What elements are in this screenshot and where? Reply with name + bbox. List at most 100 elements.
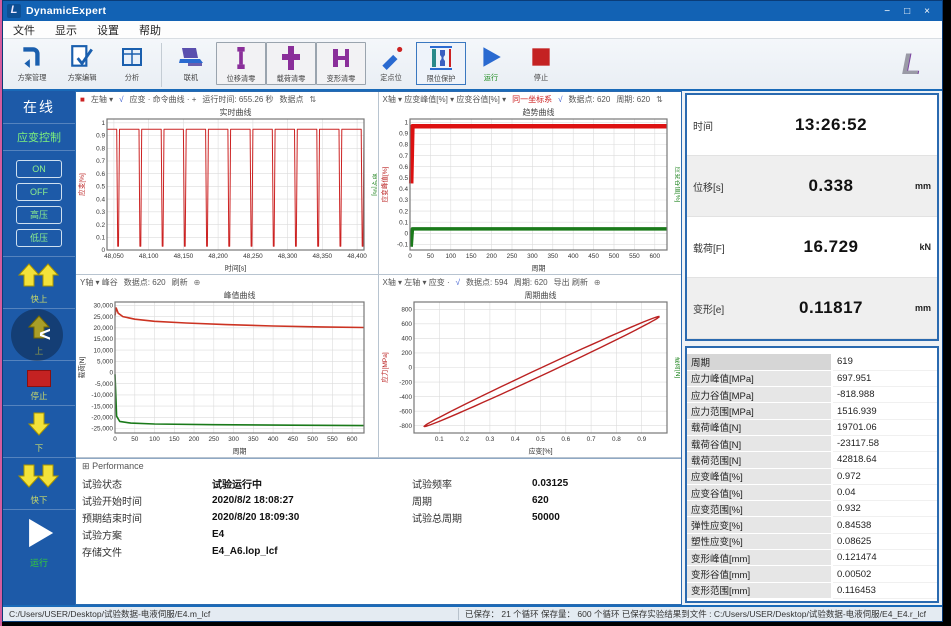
svg-text:25,000: 25,000 — [93, 314, 113, 321]
svg-text:48,150: 48,150 — [174, 253, 194, 260]
svg-text:450: 450 — [588, 253, 599, 260]
zero-deform-icon — [317, 43, 365, 73]
svg-text:应变谷值[%]: 应变谷值[%] — [674, 167, 680, 203]
high-pressure-button[interactable]: 高压 — [16, 206, 62, 224]
table-row: 应力峰值[MPa]697.951 — [687, 370, 937, 386]
menu-bar: 文件 显示 设置 帮助 — [3, 21, 942, 39]
svg-text:50: 50 — [131, 436, 139, 443]
live-value-row: 载荷[F]16.729kN — [687, 217, 937, 278]
toolbar-zero-displacement-button[interactable]: 位移清零 — [216, 42, 266, 85]
svg-text:1: 1 — [404, 120, 408, 127]
close-button[interactable]: × — [924, 6, 930, 17]
strain-control-label: 应变控制 — [3, 124, 75, 151]
svg-text:载荷[N]: 载荷[N] — [674, 357, 680, 379]
app-title: DynamicExpert — [26, 5, 106, 17]
down-button[interactable]: 下 — [3, 406, 75, 458]
low-pressure-button[interactable]: 低压 — [16, 229, 62, 247]
svg-text:峰值曲线: 峰值曲线 — [224, 290, 256, 300]
cycle-chart-panel: X轴 ▾ 左轴 ▾ 应变 ·√数据点: 594周期: 620导出 刷新⊕ 0.1… — [379, 275, 682, 458]
svg-text:400: 400 — [401, 336, 412, 343]
svg-text:200: 200 — [486, 253, 497, 260]
maximize-button[interactable]: □ — [904, 6, 910, 17]
toolbar-stop-button[interactable]: 停止 — [516, 42, 566, 83]
toolbar-connect-button[interactable]: 联机 — [166, 42, 216, 83]
svg-text:0: 0 — [113, 436, 117, 443]
table-row: 变形谷值[mm]0.00502 — [687, 566, 937, 582]
svg-text:0: 0 — [101, 247, 105, 254]
svg-text:48,300: 48,300 — [278, 253, 298, 260]
cycle-chart-toolbar[interactable]: X轴 ▾ 左轴 ▾ 应变 ·√数据点: 594周期: 620导出 刷新⊕ — [380, 275, 681, 289]
svg-text:15,000: 15,000 — [93, 336, 113, 343]
brand-logo: L — [902, 42, 920, 88]
svg-text:400: 400 — [268, 436, 279, 443]
scheme-manage-icon — [7, 42, 57, 72]
toolbar-limit-protect-button[interactable]: 限位保护 — [416, 42, 466, 85]
svg-text:周期: 周期 — [233, 448, 247, 456]
svg-text:0.9: 0.9 — [399, 131, 408, 138]
svg-text:0: 0 — [408, 365, 412, 372]
sidebar-stop-button[interactable]: 停止 — [3, 361, 75, 406]
app-window: L DynamicExpert − □ × 文件 显示 设置 帮助 方案管理 — [2, 0, 943, 622]
minimize-button[interactable]: − — [884, 6, 890, 17]
svg-text:48,050: 48,050 — [104, 253, 124, 260]
svg-text:5,000: 5,000 — [97, 359, 113, 366]
table-row: 变形峰值[mm]0.121474 — [687, 550, 937, 566]
toolbar-setpoint-button[interactable]: 定点位 — [366, 42, 416, 83]
off-button[interactable]: OFF — [16, 183, 62, 201]
svg-text:0.5: 0.5 — [536, 436, 545, 443]
status-save-info: 已保存： 21 个循环 保存量： 600 个循环 已保存实验结果到文件 : C:… — [458, 608, 932, 620]
svg-text:100: 100 — [149, 436, 160, 443]
fast-down-button[interactable]: 快下 — [3, 458, 75, 510]
svg-text:0.6: 0.6 — [96, 171, 105, 178]
menu-help[interactable]: 帮助 — [129, 22, 171, 38]
menu-display[interactable]: 显示 — [45, 22, 87, 38]
table-row: 弹性应变[%]0.84538 — [687, 517, 937, 533]
table-row: 载荷范围[N]42818.64 — [687, 452, 937, 468]
svg-text:550: 550 — [629, 253, 640, 260]
svg-text:0.2: 0.2 — [399, 208, 408, 215]
menu-settings[interactable]: 设置 — [87, 22, 129, 38]
svg-text:0.2: 0.2 — [460, 436, 469, 443]
peak-chart-toolbar[interactable]: Y轴 ▾ 峰谷数据点: 620刷新⊕ — [77, 275, 377, 289]
svg-text:-5,000: -5,000 — [95, 381, 114, 388]
svg-text:0.2: 0.2 — [96, 222, 105, 229]
performance-row: 试验频率0.03125 — [412, 475, 568, 492]
svg-text:0.1: 0.1 — [96, 235, 105, 242]
svg-text:趋势曲线: 趋势曲线 — [522, 107, 554, 117]
double-down-arrow-icon — [18, 464, 60, 488]
toolbar-scheme-edit-button[interactable]: 方案编辑 — [57, 42, 107, 83]
svg-text:0.4: 0.4 — [96, 196, 105, 203]
toolbar-analysis-button[interactable]: 分析 — [107, 42, 157, 83]
charts-grid: ■左轴 ▾√应变 · 命令曲线 · +运行时间: 655.26 秒数据点⇅ 48… — [76, 92, 681, 458]
toolbar-scheme-manage-button[interactable]: 方案管理 — [7, 42, 57, 83]
screen: L DynamicExpert − □ × 文件 显示 设置 帮助 方案管理 — [0, 0, 951, 626]
performance-row: 试验方案E4 — [82, 526, 412, 543]
up-button[interactable]: 上 — [3, 309, 75, 361]
menu-file[interactable]: 文件 — [3, 22, 45, 38]
down-arrow-icon — [25, 412, 53, 436]
toolbar-zero-deform-button[interactable]: 变形清零 — [316, 42, 366, 85]
toolbar-run-button[interactable]: 运行 — [466, 42, 516, 83]
svg-text:500: 500 — [608, 253, 619, 260]
realtime-chart-toolbar[interactable]: ■左轴 ▾√应变 · 命令曲线 · +运行时间: 655.26 秒数据点⇅ — [77, 92, 377, 106]
performance-icon: ⊞ — [82, 461, 90, 471]
fast-up-button[interactable]: 快上 — [3, 257, 75, 309]
live-value-row: 时间13:26:52 — [687, 95, 937, 156]
trend-chart-toolbar[interactable]: X轴 ▾ 应变峰值[%] ▾ 应变谷值[%] ▾同一坐标系√数据点: 620周期… — [380, 92, 681, 106]
title-bar: L DynamicExpert − □ × — [3, 1, 942, 21]
svg-text:50: 50 — [427, 253, 435, 260]
sidebar-run-button[interactable]: 运行 — [3, 510, 75, 572]
on-button[interactable]: ON — [16, 160, 62, 178]
zero-displacement-icon — [217, 43, 265, 73]
svg-text:0.6: 0.6 — [399, 164, 408, 171]
svg-text:20,000: 20,000 — [93, 325, 113, 332]
peak-chart-panel: Y轴 ▾ 峰谷数据点: 620刷新⊕ 050100150200250300350… — [76, 275, 379, 458]
svg-text:200: 200 — [189, 436, 200, 443]
svg-text:时间[s]: 时间[s] — [225, 264, 246, 273]
performance-title: ⊞ Performance — [82, 461, 675, 472]
svg-text:0.9: 0.9 — [637, 436, 646, 443]
stop-square-icon — [516, 42, 566, 72]
svg-text:0.9: 0.9 — [96, 133, 105, 140]
toolbar-zero-load-button[interactable]: 载荷清零 — [266, 42, 316, 85]
online-status-label: 在线 — [3, 91, 75, 124]
